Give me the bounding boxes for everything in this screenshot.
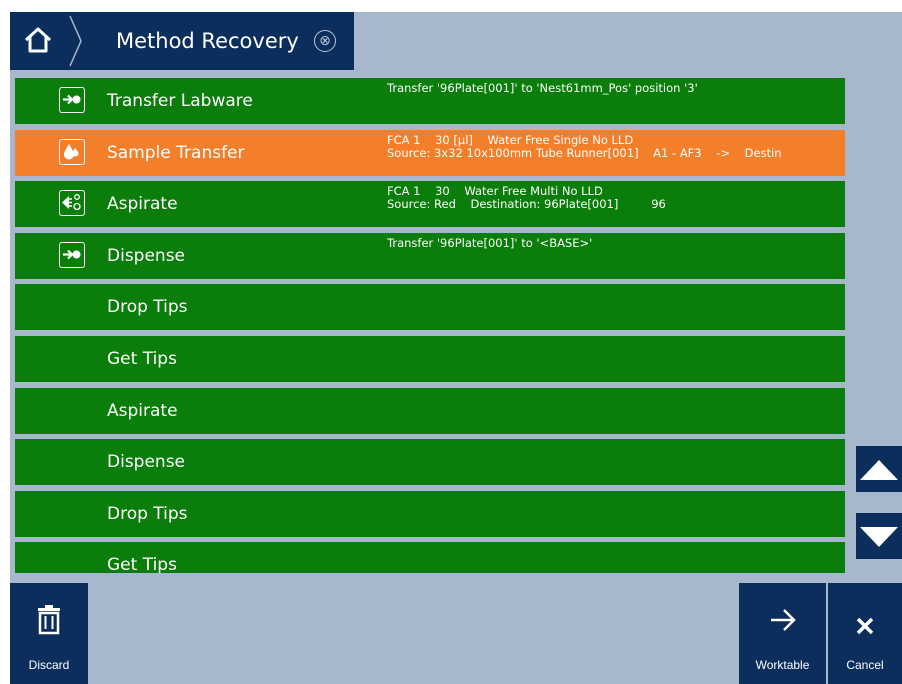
step-row[interactable]: Aspirate FCA 1 30 Water Free Multi No LLD… bbox=[15, 181, 845, 228]
worktable-button[interactable]: Worktable bbox=[739, 583, 826, 684]
footer-bar: Discard Worktable Cancel bbox=[10, 583, 902, 684]
step-row[interactable]: Get Tips bbox=[15, 542, 845, 573]
cancel-label: Cancel bbox=[846, 658, 884, 672]
close-icon[interactable]: ⊗ bbox=[314, 30, 336, 52]
step-details: Transfer '96Plate[001]' to '<BASE>' bbox=[387, 236, 593, 250]
cancel-button[interactable]: Cancel bbox=[828, 583, 902, 684]
step-row[interactable]: Sample Transfer FCA 1 30 [µl] Water Free … bbox=[15, 129, 845, 176]
step-list[interactable]: Transfer Labware Transfer '96Plate[001]' … bbox=[10, 78, 846, 573]
worktable-label: Worktable bbox=[755, 658, 810, 672]
step-row[interactable]: Transfer Labware Transfer '96Plate[001]' … bbox=[15, 78, 845, 124]
step-name: Drop Tips bbox=[107, 503, 188, 524]
step-row[interactable]: Aspirate bbox=[15, 387, 845, 434]
step-name: Get Tips bbox=[107, 349, 177, 369]
step-details: Transfer '96Plate[001]' to 'Nest61mm_Pos… bbox=[387, 82, 698, 95]
step-name: Dispense bbox=[107, 452, 186, 473]
step-details: FCA 1 30 Water Free Multi No LLD bbox=[387, 185, 603, 199]
close-x-icon bbox=[828, 605, 902, 645]
breadcrumb-separator-icon bbox=[69, 15, 82, 67]
step-name: Sample Transfer bbox=[107, 142, 245, 163]
home-button[interactable] bbox=[10, 12, 68, 70]
scroll-up-button[interactable] bbox=[856, 446, 902, 492]
discard-label: Discard bbox=[28, 658, 70, 672]
step-details: FCA 1 30 [µl] Water Free Single No LLD bbox=[387, 133, 634, 147]
step-row[interactable]: Dispense Transfer '96Plate[001]' to '<BAS… bbox=[15, 232, 845, 279]
step-row[interactable]: Drop Tips bbox=[15, 490, 845, 537]
step-name: Get Tips bbox=[107, 555, 177, 573]
step-details: Source: Red Destination: 96Plate[001] 96 bbox=[387, 198, 666, 212]
arrow-dot-icon bbox=[59, 241, 85, 268]
breadcrumb-method-recovery[interactable]: Method Recovery ⊗ bbox=[68, 12, 354, 70]
step-name: Drop Tips bbox=[107, 297, 188, 318]
triangle-down-icon bbox=[860, 527, 898, 547]
home-icon bbox=[24, 27, 52, 53]
step-name: Dispense bbox=[107, 245, 186, 266]
trash-icon bbox=[10, 605, 88, 639]
discard-button[interactable]: Discard bbox=[10, 583, 88, 684]
step-row[interactable]: Drop Tips bbox=[15, 284, 845, 331]
arrow-right-icon bbox=[739, 605, 826, 639]
arrow-dot-icon bbox=[59, 87, 85, 113]
page-title: Method Recovery bbox=[116, 29, 299, 53]
step-details: Source: 3x32 10x100mm Tube Runner[001] A… bbox=[387, 146, 782, 160]
step-name: Aspirate bbox=[107, 400, 178, 421]
step-row[interactable]: Dispense bbox=[15, 439, 845, 486]
scroll-down-button[interactable] bbox=[856, 513, 902, 559]
header-bar: Method Recovery ⊗ bbox=[10, 12, 902, 70]
triangle-up-icon bbox=[860, 460, 898, 480]
step-name: Transfer Labware bbox=[107, 91, 253, 111]
step-name: Aspirate bbox=[107, 194, 178, 215]
aspirate-icon bbox=[59, 190, 85, 217]
step-row[interactable]: Get Tips bbox=[15, 336, 845, 382]
method-recovery-window: Method Recovery ⊗ Transfer Labware Transf… bbox=[10, 12, 902, 684]
drops-icon bbox=[59, 138, 85, 165]
